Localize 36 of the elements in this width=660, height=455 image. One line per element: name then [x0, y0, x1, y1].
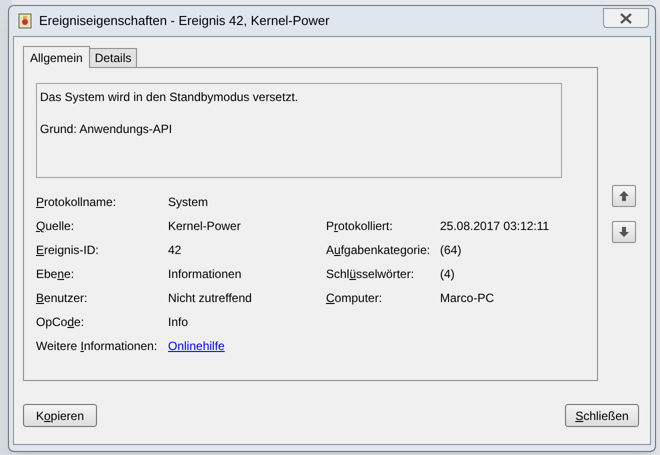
previous-event-button[interactable] [612, 185, 636, 207]
field-value: Marco-PC [440, 290, 494, 307]
field-label: Weitere Informationen: [36, 338, 158, 355]
field-value: 42 [168, 242, 182, 259]
field-label: Schlüsselwörter: [326, 266, 416, 283]
close-icon [620, 12, 632, 24]
message-text: Grund: Anwendungs-API [40, 121, 174, 138]
window-title: Ereigniseigenschaften - Ereignis 42, Kernel-Power [39, 12, 330, 30]
field-value: System [168, 194, 208, 211]
field-value: Nicht zutreffend [168, 290, 252, 307]
down-arrow-icon [618, 226, 630, 238]
field-value: Kernel-Power [168, 218, 241, 235]
tab[interactable]: Allgemein [23, 46, 90, 68]
field-label: Ereignis-ID: [36, 242, 100, 259]
copy-button[interactable]: Kopieren [23, 404, 97, 427]
up-arrow-icon [618, 190, 630, 202]
field-label: Aufgabenkategorie: [326, 242, 432, 259]
field-value: (4) [440, 266, 455, 283]
field-label: Protokollname: [36, 194, 118, 211]
next-event-button[interactable] [612, 221, 636, 243]
field-value: 25.08.2017 03:12:11 [440, 218, 550, 235]
field-label: Quelle: [36, 218, 76, 235]
field-label: Protokolliert: [326, 218, 394, 235]
message-text: Das System wird in den Standbymodus versetzt. [40, 89, 300, 106]
field-value: (64) [440, 242, 462, 259]
close-button[interactable] [603, 8, 649, 28]
field-value: Informationen [168, 266, 242, 283]
field-label: Computer: [326, 290, 384, 307]
field-label: Benutzer: [36, 290, 88, 307]
tab[interactable]: Details [90, 48, 138, 67]
help-link[interactable]: Onlinehilfe [168, 337, 225, 355]
field-value: Info [168, 314, 188, 331]
field-label: OpCode: [36, 314, 86, 331]
field-label: Ebene: [36, 266, 76, 283]
close-dialog-button[interactable]: Schließen [565, 404, 639, 427]
event-log-icon [17, 13, 33, 29]
